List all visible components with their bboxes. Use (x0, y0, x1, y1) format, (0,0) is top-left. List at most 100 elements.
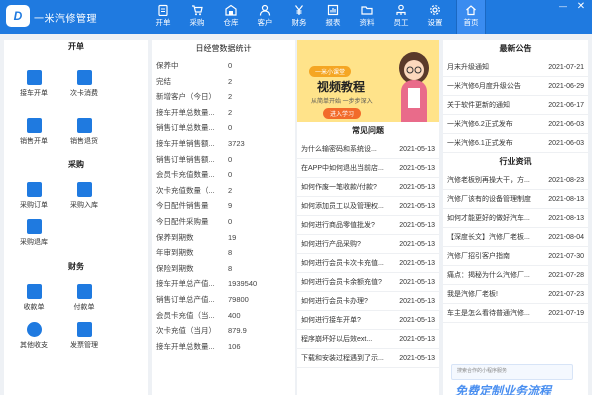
caigou-tuiku-button[interactable]: 采购退库 (14, 219, 54, 247)
stat-row: 销售订单销售额... 0 (152, 152, 295, 168)
stat-label: 次卡充值数量（... (156, 185, 215, 195)
action-label: 付款单 (73, 304, 95, 311)
caigou-ruku-button[interactable]: 采购入库 (64, 182, 104, 210)
stat-value: 19 (228, 232, 237, 242)
flag-icon (76, 182, 92, 197)
caiwu-grid: 收款单 付款单 其他收支 发票管理 (4, 274, 148, 354)
return-icon (76, 118, 92, 133)
news-item-date: 2021-08-13 (548, 196, 584, 203)
nav-caiwu[interactable]: 财务 (282, 0, 316, 34)
video-tutorial-banner[interactable]: 一米小课堂 视频教程 从简单开始 一步步深入 进入学习 (297, 40, 439, 122)
faq-item[interactable]: 程序崩坏好以后效ext... 2021-05-13 (297, 330, 439, 349)
faq-item[interactable]: 如何进行会员卡办理? 2021-05-13 (297, 292, 439, 311)
stat-label: 今日配件采购量 (156, 216, 209, 226)
news-item[interactable]: 汽修厂招引客户指南 2021-07-30 (443, 247, 588, 266)
xiaoshou-tuihuo-button[interactable]: 销售退货 (64, 118, 104, 146)
nav-yuangong[interactable]: 员工 (384, 0, 418, 34)
faq-item[interactable]: 如何进行会员卡次卡充值... 2021-05-13 (297, 254, 439, 273)
stat-value: 9 (228, 201, 233, 211)
stat-value: 106 (228, 341, 241, 351)
folder-icon (361, 6, 373, 15)
faq-item[interactable]: 为什么输密码和系统设... 2021-05-13 (297, 140, 439, 159)
gear-icon (430, 5, 440, 15)
news-item[interactable]: 汽修厂该有的设备管理制度 2021-08-13 (443, 190, 588, 209)
cart-icon (192, 5, 203, 16)
stat-row: 年审到期数 8 (152, 245, 295, 261)
faq-item[interactable]: 如何进行产品采购? 2021-05-13 (297, 235, 439, 254)
faq-item[interactable]: 如何添加员工以及管理权... 2021-05-13 (297, 197, 439, 216)
warehouse-icon (225, 4, 237, 16)
action-label: 接车开单 (20, 90, 48, 97)
news-item-title: 痛点：揭秘为什么汽修厂... (447, 272, 530, 279)
news-item-date: 2021-07-23 (548, 291, 584, 298)
app-title: 一米汽修管理 (34, 14, 97, 25)
nav-shezhi[interactable]: 设置 (418, 0, 452, 34)
teacher-illustration (399, 52, 429, 122)
stat-value: 8 (228, 248, 233, 258)
news-item[interactable]: 【深度长文】汽修厂老板... 2021-08-04 (443, 228, 588, 247)
yen-circle-icon (26, 322, 42, 337)
faq-item-title: 如何进行会员卡余额充值? (301, 279, 382, 286)
nav-shouye[interactable]: 首页 (456, 0, 486, 34)
nav-ziliao[interactable]: 资料 (350, 0, 384, 34)
faq-item[interactable]: 在APP中如何退出当前店... 2021-05-13 (297, 159, 439, 178)
news-item[interactable]: 汽修老板别再操大干，方... 2021-08-23 (443, 171, 588, 190)
caigou-dingdan-button[interactable]: 采购订单 (14, 182, 54, 210)
faq-item[interactable]: 如何进行接车开单? 2021-05-13 (297, 311, 439, 330)
action-label: 采购入库 (70, 202, 98, 209)
news-item-title: 汽修老板别再操大干，方... (447, 177, 530, 184)
news-item[interactable]: 如何才能更好的做好汽车... 2021-08-13 (443, 209, 588, 228)
faq-item-date: 2021-05-13 (399, 317, 435, 324)
news-item-title: 汽修厂该有的设备管理制度 (447, 196, 531, 203)
nav-baobiao[interactable]: 报表 (316, 0, 350, 34)
faq-item[interactable]: 如何进行商品零值批发? 2021-05-13 (297, 216, 439, 235)
action-label: 发票管理 (70, 342, 98, 349)
fapiao-guanli-button[interactable]: 发票管理 (64, 322, 104, 350)
stat-label: 会员卡充值数量... (156, 170, 215, 180)
news-item[interactable]: 车主是怎么看待普通汽修... 2021-07-19 (443, 304, 588, 323)
news-item[interactable]: 痛点：揭秘为什么汽修厂... 2021-07-28 (443, 266, 588, 285)
faq-item-date: 2021-05-13 (399, 222, 435, 229)
faq-item[interactable]: 如何作废一笔收款/付款? 2021-05-13 (297, 178, 439, 197)
stat-row: 次卡充值数量（... 2 (152, 183, 295, 199)
minimize-button[interactable]: — (558, 2, 568, 12)
stats-list: 保养中 0 完结 2 新增客户（今日） 2 接车开单总数量... 2 销售订单总数量... 0 接车… (152, 58, 295, 354)
nav-label: 资料 (359, 18, 375, 27)
faq-item-date: 2021-05-13 (399, 241, 435, 248)
banner-subtitle: 从简单开始 一步步深入 (311, 99, 373, 105)
notices-item-title: 一米汽修6月度升级公告 (447, 83, 521, 90)
stat-value: 1939540 (228, 279, 258, 289)
start-learning-button[interactable]: 进入学习 (323, 108, 362, 119)
stat-row: 销售订单总产值... 79800 (152, 292, 295, 308)
close-button[interactable]: ✕ (576, 2, 586, 12)
sales-icon (26, 118, 42, 133)
faq-item[interactable]: 如何进行会员卡余额充值? 2021-05-13 (297, 273, 439, 292)
news-item-date: 2021-07-19 (548, 310, 584, 317)
nav-caigou[interactable]: 采购 (180, 0, 214, 34)
nav-kaidan[interactable]: 开单 (146, 0, 180, 34)
nav-cangku[interactable]: 仓库 (214, 0, 248, 34)
qita-shouzhi-button[interactable]: 其他收支 (14, 322, 54, 350)
nav-kehu[interactable]: 客户 (248, 0, 282, 34)
notices-item[interactable]: 关于软件更新的通知 2021-06-17 (443, 96, 588, 115)
faq-item-title: 如何进行会员卡办理? (301, 298, 368, 305)
ciKa-xiaofei-button[interactable]: 次卡消费 (64, 70, 104, 98)
stat-value: 2 (228, 76, 233, 86)
stat-label: 销售订单总产值... (156, 294, 215, 304)
fukuan-dan-button[interactable]: 付款单 (64, 284, 104, 312)
notices-item[interactable]: 月末升级通知 2021-07-21 (443, 58, 588, 77)
shoukuan-dan-button[interactable]: 收款单 (14, 284, 54, 312)
news-item[interactable]: 我是汽修厂老板! 2021-07-23 (443, 285, 588, 304)
faq-item-title: 如何作废一笔收款/付款? (301, 184, 377, 191)
promo-banner[interactable]: 搜索合作的小程序服务 免费定制业务流程 (443, 358, 588, 395)
jieche-kaidan-button[interactable]: 接车开单 (14, 70, 54, 98)
quick-actions-panel: 开单 接车开单 次卡消费 销售开单 销售退货 采购 采购订单 采购入库 采购退库… (4, 40, 148, 395)
kaidan-grid: 接车开单 次卡消费 销售开单 销售退货 (4, 54, 148, 145)
faq-item[interactable]: 下载和安装过程遇到了示... 2021-05-13 (297, 349, 439, 368)
notices-item[interactable]: 一米汽修6.1正式发布 2021-06-03 (443, 134, 588, 153)
daily-stats-panel: 日经营数据统计 保养中 0 完结 2 新增客户（今日） 2 接车开单总数量... 2 销售订单总… (152, 40, 295, 395)
xiaoshou-kaidan-button[interactable]: 销售开单 (14, 118, 54, 146)
notices-item[interactable]: 一米汽修6月度升级公告 2021-06-29 (443, 77, 588, 96)
notices-item[interactable]: 一米汽修6.2正式发布 2021-06-03 (443, 115, 588, 134)
faq-item-title: 如何进行接车开单? (301, 317, 361, 324)
